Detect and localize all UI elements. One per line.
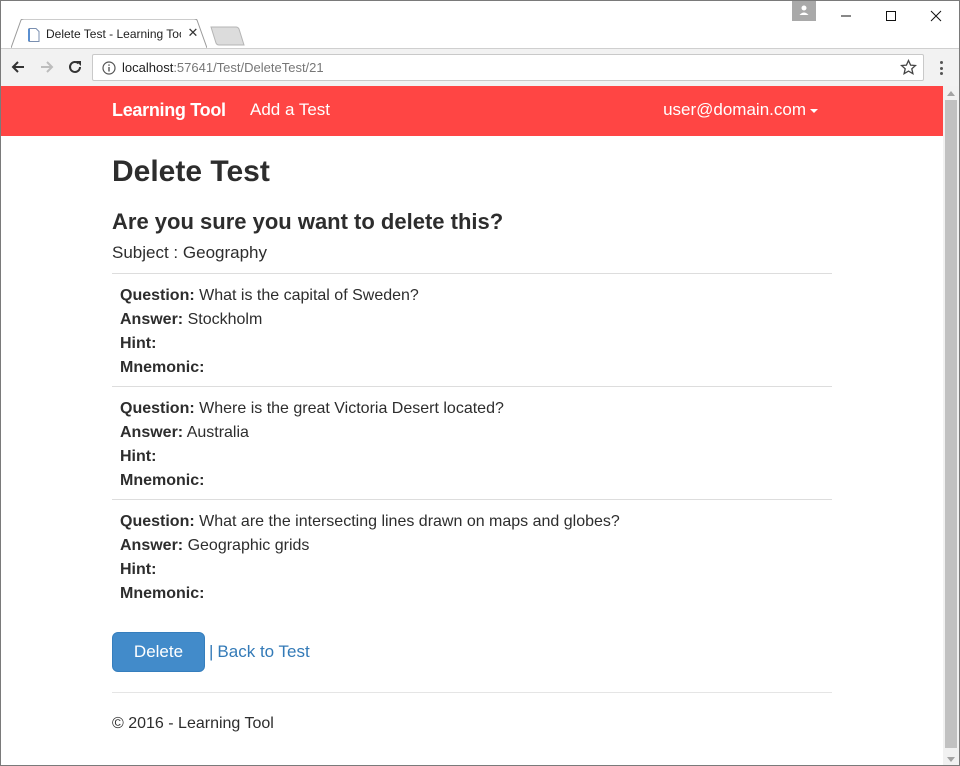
url-text[interactable]: localhost:57641/Test/DeleteTest/21 [122,60,324,75]
form-actions: Delete | Back to Test [112,632,310,672]
hint-label: Hint: [120,335,157,352]
star-icon[interactable] [900,59,917,76]
arrow-left-icon [11,61,24,73]
mnemonic-label: Mnemonic: [120,359,205,376]
answer-text: Stockholm [187,311,263,328]
question-text: What is the capital of Sweden? [199,287,419,304]
new-tab-button[interactable] [210,26,246,46]
mnemonic-line: Mnemonic: [120,469,824,493]
maximize-button[interactable] [868,1,914,31]
hint-line: Hint: [120,332,824,356]
minimize-button[interactable] [823,1,869,31]
subject-line: Subject : Geography [112,243,267,263]
question-line: Question: Where is the great Victoria De… [120,397,824,421]
brand-link[interactable]: Learning Tool [112,100,226,121]
minimize-icon [841,15,851,17]
answer-label: Answer: [120,537,184,554]
question-item: Question: What are the intersecting line… [112,500,832,613]
browser-toolbar: localhost:57641/Test/DeleteTest/21 [1,48,959,86]
forward-button[interactable] [37,57,57,77]
question-line: Question: What is the capital of Sweden? [120,284,824,308]
question-label: Question: [120,513,195,530]
answer-line: Answer: Stockholm [120,308,824,332]
subject-value: Geography [182,243,268,262]
browser-tab[interactable]: Delete Test - Learning Tool ✕ [11,19,207,49]
scroll-up-arrow-icon[interactable] [943,86,959,100]
mnemonic-label: Mnemonic: [120,472,205,489]
menu-icon[interactable] [933,59,949,77]
answer-text: Geographic grids [187,537,310,554]
answer-line: Answer: Geographic grids [120,534,824,558]
close-window-button[interactable] [913,1,959,31]
browser-window: Delete Test - Learning Tool ✕ localhost:… [0,0,960,766]
question-text: Where is the great Victoria Desert locat… [199,400,504,417]
answer-label: Answer: [120,311,184,328]
footer-divider [112,692,832,693]
hint-label: Hint: [120,448,157,465]
reload-button[interactable] [65,57,85,77]
tab-close-icon[interactable]: ✕ [187,26,199,39]
subject-label: Subject : [112,243,179,262]
hint-line: Hint: [120,445,824,469]
question-label: Question: [120,400,195,417]
add-test-link[interactable]: Add a Test [250,100,330,120]
page-title: Delete Test [112,155,270,188]
url-host: localhost [122,60,174,75]
confirm-message: Are you sure you want to delete this? [112,209,504,234]
site-navbar: Learning Tool Add a Test user@domain.com [1,86,943,136]
mnemonic-line: Mnemonic: [120,356,824,380]
answer-line: Answer: Australia [120,421,824,445]
scroll-down-arrow-icon[interactable] [943,752,959,765]
vertical-scrollbar[interactable] [943,86,959,765]
question-item: Question: What is the capital of Sweden?… [112,274,832,387]
tab-title: Delete Test - Learning Tool [46,27,181,41]
user-email: user@domain.com [663,100,806,119]
address-bar[interactable]: localhost:57641/Test/DeleteTest/21 [92,54,924,81]
back-button[interactable] [8,57,28,77]
arrow-right-icon [41,61,54,73]
mnemonic-label: Mnemonic: [120,585,205,602]
reload-icon [69,60,81,73]
answer-label: Answer: [120,424,184,441]
info-icon[interactable] [102,61,116,75]
back-to-test-link[interactable]: Back to Test [217,642,309,662]
answer-text: Australia [186,424,249,441]
delete-button[interactable]: Delete [112,632,205,672]
question-item: Question: Where is the great Victoria De… [112,387,832,500]
close-icon [930,10,942,22]
footer-text: © 2016 - Learning Tool [112,715,274,732]
question-line: Question: What are the intersecting line… [120,510,824,534]
question-list: Question: What is the capital of Sweden?… [112,273,832,613]
scrollbar-thumb[interactable] [945,100,957,748]
profile-icon[interactable] [792,1,816,21]
maximize-icon [886,11,896,21]
hint-line: Hint: [120,558,824,582]
action-separator: | [209,642,214,661]
question-text: What are the intersecting lines drawn on… [199,513,620,530]
tab-strip: Delete Test - Learning Tool ✕ [1,1,959,49]
question-label: Question: [120,287,195,304]
page-viewport: Learning Tool Add a Test user@domain.com… [1,86,943,765]
caret-down-icon [810,108,818,113]
page-icon [28,28,40,42]
url-path: :57641/Test/DeleteTest/21 [173,60,324,75]
user-menu[interactable]: user@domain.com [663,100,818,120]
hint-label: Hint: [120,561,157,578]
mnemonic-line: Mnemonic: [120,582,824,606]
